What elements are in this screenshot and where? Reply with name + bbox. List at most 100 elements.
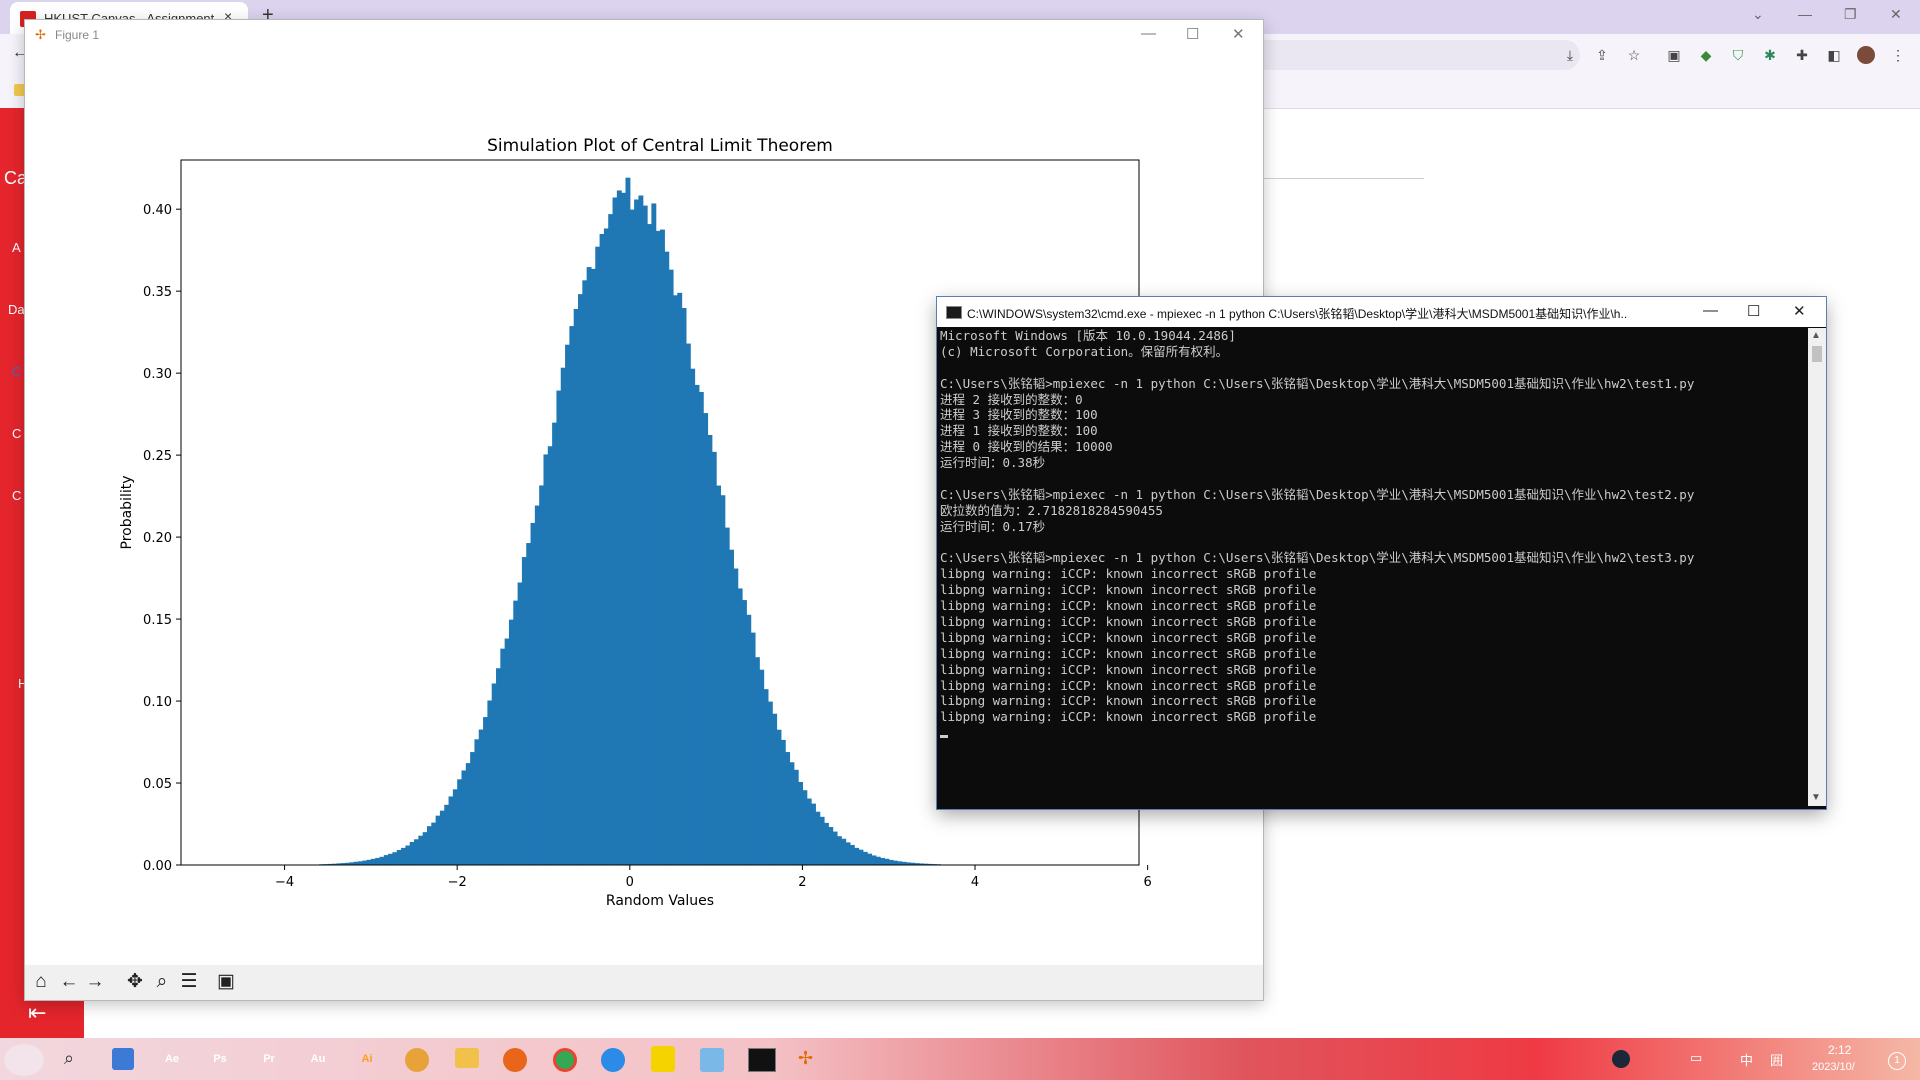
shield-icon[interactable]: ⛉ <box>1729 46 1747 64</box>
install-icon[interactable]: ⤓ <box>1561 46 1579 64</box>
histogram-bar <box>780 739 786 865</box>
extension-icon[interactable]: ▣ <box>1665 46 1683 64</box>
ime-icon[interactable]: 中 <box>1740 1050 1753 1069</box>
sidebar-item[interactable]: C <box>12 364 21 379</box>
histogram-bar <box>431 822 437 865</box>
histogram-bar <box>638 195 644 865</box>
scroll-down-icon[interactable]: ▼ <box>1811 792 1821 803</box>
store-icon[interactable] <box>112 1048 134 1070</box>
sidebar-item[interactable]: C <box>12 488 21 503</box>
pan-icon[interactable]: ✥ <box>123 969 147 995</box>
minimize-icon[interactable]: — <box>1798 6 1812 22</box>
home-icon[interactable]: ⌂ <box>29 969 53 995</box>
notes-icon[interactable] <box>700 1048 724 1072</box>
firefox-icon[interactable] <box>503 1048 527 1072</box>
sidebar-item[interactable]: Ca <box>4 168 27 189</box>
steam-icon[interactable] <box>1612 1050 1630 1068</box>
x-axis-label: Random Values <box>606 893 714 909</box>
player-icon[interactable] <box>651 1046 675 1072</box>
cmd-line: C:\Users\张铭韬>mpiexec -n 1 python C:\User… <box>940 375 1695 391</box>
sidebar-item[interactable]: A <box>12 240 21 255</box>
histogram-bar <box>439 810 445 865</box>
histogram-bar <box>625 177 631 865</box>
minimize-icon[interactable]: — <box>1703 302 1718 319</box>
histogram-bar <box>802 790 808 865</box>
after-effects-icon[interactable]: Ae <box>160 1047 184 1071</box>
back-icon[interactable]: ← <box>57 969 81 995</box>
scroll-up-icon[interactable]: ▲ <box>1811 330 1821 341</box>
histogram-bar <box>573 308 579 866</box>
scrollbar-thumb[interactable] <box>1812 346 1822 362</box>
histogram-bar <box>724 527 730 865</box>
close-icon[interactable]: ✕ <box>1890 6 1902 23</box>
histogram-bar <box>435 815 441 865</box>
histogram-bar <box>737 588 743 865</box>
side-panel-icon[interactable]: ◧ <box>1825 46 1843 64</box>
histogram-bar <box>496 668 501 865</box>
search-icon[interactable]: ⌕ <box>64 1048 74 1069</box>
histogram-bar <box>703 413 709 865</box>
histogram-bar <box>789 762 795 865</box>
clock-date[interactable]: 2023/10/ <box>1812 1061 1855 1073</box>
cmd-output[interactable]: Microsoft Windows [版本 10.0.19044.2486] (c… <box>940 328 1802 806</box>
restore-icon[interactable]: ❐ <box>1844 6 1857 23</box>
share-icon[interactable]: ⇪ <box>1593 46 1611 64</box>
close-icon[interactable]: ✕ <box>1793 302 1806 320</box>
menu-icon[interactable]: ⋮ <box>1889 46 1907 64</box>
histogram-bar <box>569 326 575 865</box>
histogram-bar <box>534 505 540 865</box>
histogram-bar <box>746 614 752 865</box>
collapse-nav-icon[interactable]: ⇤ <box>28 1000 46 1026</box>
maximize-icon[interactable]: ☐ <box>1747 302 1760 320</box>
sogou-icon[interactable] <box>601 1048 625 1072</box>
histogram-bar <box>448 796 454 865</box>
avatar[interactable] <box>1857 46 1875 64</box>
histogram-bar <box>621 192 627 865</box>
histogram-bar <box>823 822 829 865</box>
histogram-bar <box>655 230 661 865</box>
terminal-icon[interactable] <box>748 1048 776 1072</box>
file-explorer-icon[interactable] <box>455 1048 479 1068</box>
keyboard-icon[interactable]: 囲 <box>1770 1050 1783 1069</box>
notification-icon[interactable]: 1 <box>1888 1052 1906 1070</box>
histogram-bar <box>867 853 873 865</box>
histogram-bar <box>754 657 760 865</box>
sidebar-item[interactable]: Da <box>8 302 25 317</box>
histogram-bar <box>491 683 497 865</box>
matplotlib-icon[interactable]: ✢ <box>798 1048 822 1072</box>
histogram-bar <box>616 190 622 865</box>
bookmark-star-icon[interactable]: ☆ <box>1625 46 1643 64</box>
histogram-bar <box>841 838 847 865</box>
extension-icon[interactable]: ✱ <box>1761 46 1779 64</box>
scrollbar[interactable]: ▲ ▼ <box>1808 328 1826 806</box>
histogram-bar <box>854 847 860 865</box>
cmd-line: 进程 0 接收到的结果：10000 <box>940 439 1113 455</box>
photoshop-icon[interactable]: Ps <box>208 1047 232 1071</box>
cmd-line: (c) Microsoft Corporation。保留所有权利。 <box>940 343 1229 359</box>
histogram-bar <box>478 729 484 865</box>
battery-icon[interactable]: ▭ <box>1690 1050 1702 1066</box>
tab-search-icon[interactable]: ⌄ <box>1752 6 1764 23</box>
configure-icon[interactable]: ☰ <box>177 969 201 995</box>
histogram-bar <box>504 638 510 865</box>
browser-icon[interactable] <box>405 1048 429 1072</box>
audition-icon[interactable]: Au <box>306 1047 330 1071</box>
histogram-bar <box>526 543 532 865</box>
sidebar-item[interactable]: C <box>12 426 21 441</box>
forward-icon[interactable]: → <box>83 969 107 995</box>
puzzle-icon[interactable]: ✚ <box>1793 46 1811 64</box>
cmd-line: C:\Users\张铭韬>mpiexec -n 1 python C:\User… <box>940 486 1695 502</box>
histogram-bar <box>375 857 381 865</box>
histogram-bar <box>681 307 687 865</box>
y-ticks: 0.00 0.05 0.10 0.15 0.20 0.25 0.30 0.35 0.40 <box>143 203 181 874</box>
extension-icon[interactable]: ◆ <box>1697 46 1715 64</box>
chrome-icon[interactable] <box>553 1048 577 1072</box>
cmd-titlebar[interactable]: C:\WINDOWS\system32\cmd.exe - mpiexec -n… <box>937 297 1826 327</box>
premiere-icon[interactable]: Pr <box>257 1047 281 1071</box>
illustrator-icon[interactable]: Ai <box>355 1047 379 1071</box>
zoom-icon[interactable]: ⌕ <box>150 969 174 995</box>
cmd-cursor <box>940 735 948 739</box>
clock-time[interactable]: 2:12 <box>1828 1043 1851 1057</box>
save-icon[interactable]: ▣ <box>214 969 238 995</box>
y-tick-label: 0.10 <box>143 695 172 710</box>
